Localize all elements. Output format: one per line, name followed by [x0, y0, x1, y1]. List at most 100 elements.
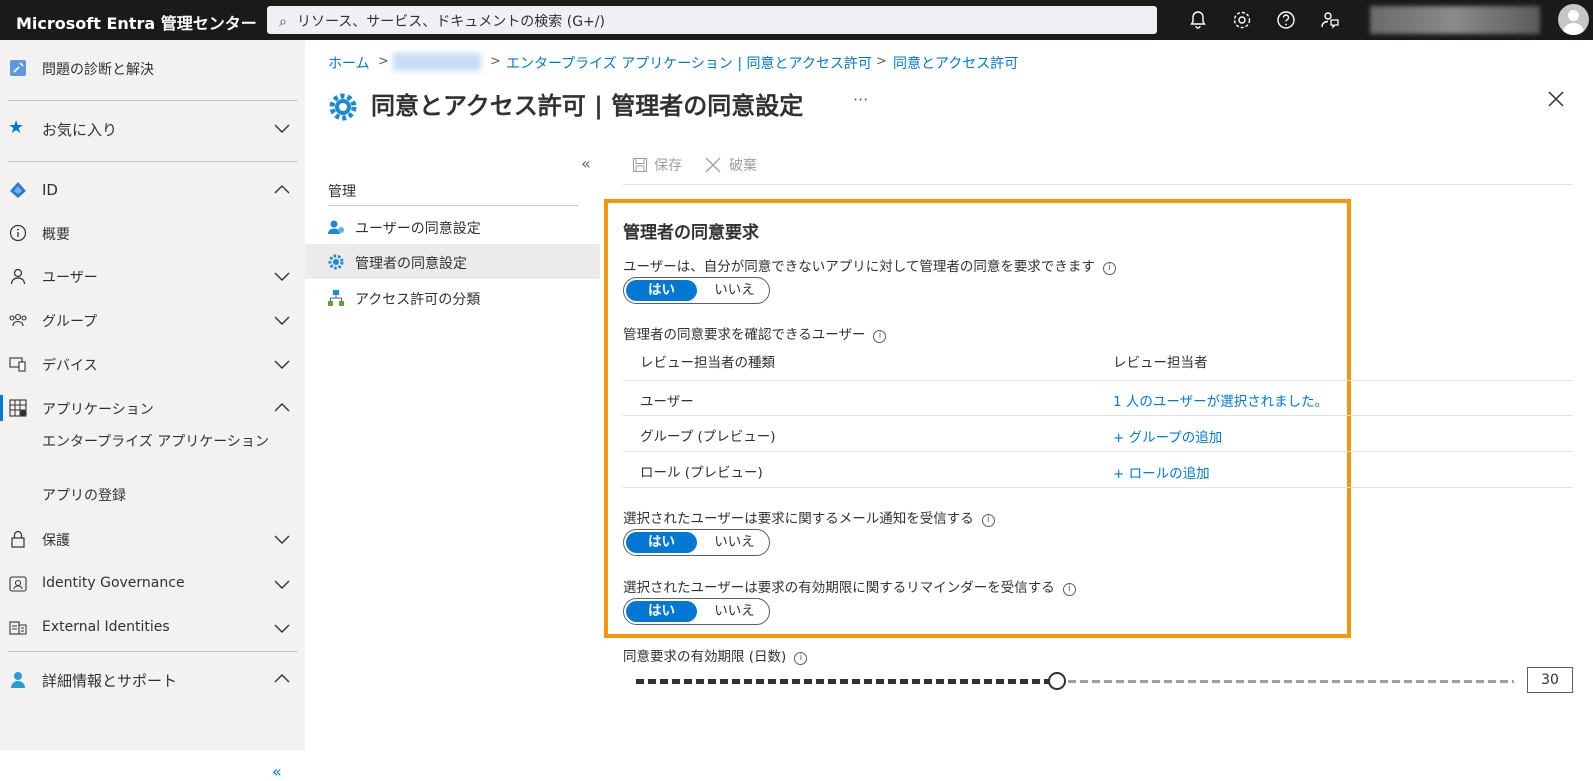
- info-icon: [9, 224, 27, 242]
- devices-icon: [9, 357, 26, 372]
- user-gear-icon: [328, 220, 344, 234]
- question-reviewers: 管理者の同意要求を確認できるユーザー i: [623, 323, 887, 343]
- info-icon[interactable]: i: [1102, 262, 1116, 275]
- sidebar-label: 問題の診断と解決: [42, 62, 154, 78]
- section-title: 管理者の同意要求: [623, 223, 759, 243]
- info-icon[interactable]: i: [1062, 583, 1076, 596]
- expiry-slider-thumb[interactable]: [1048, 672, 1066, 690]
- chevron-down-icon[interactable]: [272, 574, 292, 594]
- hierarchy-icon: [328, 290, 344, 306]
- sidebar-item-devices[interactable]: デバイス: [0, 346, 305, 382]
- breadcrumb-tenant-redacted[interactable]: [393, 53, 481, 71]
- sidebar-item-favorites[interactable]: ★ お気に入り: [0, 110, 305, 146]
- brand-title[interactable]: Microsoft Entra 管理センター: [16, 10, 257, 34]
- support-person-icon: [11, 672, 25, 688]
- avatar[interactable]: [1558, 4, 1589, 35]
- reminder-toggle[interactable]: はい いいえ: [623, 598, 770, 625]
- sidebar-label: ID: [42, 181, 58, 199]
- help-icon[interactable]: [1274, 8, 1298, 32]
- chevron-up-icon[interactable]: [272, 398, 292, 418]
- wrench-icon: [10, 60, 26, 76]
- toggle-yes[interactable]: はい: [626, 532, 697, 553]
- reviewer-link-users[interactable]: 1 人のユーザーが選択されました。: [1113, 390, 1328, 410]
- sidebar-label: Identity Governance: [42, 575, 185, 591]
- column-header-type[interactable]: レビュー担当者の種類: [640, 351, 775, 371]
- bell-icon[interactable]: [1186, 8, 1210, 32]
- sidebar-item-applications[interactable]: アプリケーション: [0, 390, 305, 426]
- sidebar-item-overview[interactable]: 概要: [0, 215, 305, 251]
- sidebar-item-groups[interactable]: グループ: [0, 302, 305, 338]
- table-cell-type: ユーザー: [640, 394, 694, 410]
- gear-icon[interactable]: [1230, 8, 1254, 32]
- toggle-no[interactable]: いいえ: [702, 599, 767, 624]
- info-icon[interactable]: i: [794, 652, 808, 665]
- close-icon[interactable]: [1547, 90, 1565, 108]
- request-consent-toggle[interactable]: はい いいえ: [623, 277, 770, 304]
- add-group-link[interactable]: + グループの追加: [1113, 426, 1222, 446]
- breadcrumb-separator: >: [876, 54, 887, 69]
- collapse-sidebar-button[interactable]: «: [272, 762, 282, 781]
- search-input[interactable]: ⌕ リソース、サービス、ドキュメントの検索 (G+/): [267, 6, 1157, 34]
- chevron-down-icon[interactable]: [272, 266, 292, 286]
- sidebar-item-external-identities[interactable]: External Identities: [0, 610, 305, 646]
- breadcrumb-enterprise[interactable]: エンタープライズ アプリケーション | 同意とアクセス許可: [506, 53, 872, 73]
- expiry-days-input[interactable]: 30: [1527, 667, 1573, 693]
- group-icon: [9, 313, 27, 327]
- apps-icon: [9, 399, 27, 417]
- sidebar-item-learn-support[interactable]: 詳細情報とサポート: [0, 661, 305, 697]
- table-divider: [623, 380, 1573, 381]
- search-placeholder: リソース、サービス、ドキュメントの検索 (G+/): [297, 14, 605, 30]
- menu-item-permission-classifications[interactable]: アクセス許可の分類: [305, 280, 600, 315]
- chevron-up-icon[interactable]: [272, 180, 292, 200]
- sidebar-label: アプリケーション: [42, 402, 154, 418]
- external-identities-icon: [9, 621, 27, 635]
- sidebar-label: ユーザー: [42, 270, 98, 286]
- sidebar-item-protection[interactable]: 保護: [0, 521, 305, 557]
- chevron-down-icon[interactable]: [272, 529, 292, 549]
- toggle-yes[interactable]: はい: [626, 601, 697, 622]
- toggle-no[interactable]: いいえ: [702, 278, 767, 303]
- question-reminder: 選択されたユーザーは要求の有効期限に関するリマインダーを受信する i: [623, 576, 1076, 596]
- sidebar-item-app-registrations[interactable]: アプリの登録: [42, 486, 272, 507]
- sidebar-item-id[interactable]: ID: [0, 172, 305, 208]
- add-role-link[interactable]: + ロールの追加: [1113, 462, 1210, 482]
- chevron-down-icon[interactable]: [272, 118, 292, 138]
- question-text: 選択されたユーザーは要求に関するメール通知を受信する: [623, 511, 974, 527]
- chevron-down-icon[interactable]: [272, 354, 292, 374]
- more-options-button[interactable]: ···: [853, 90, 868, 109]
- sidebar-item-users[interactable]: ユーザー: [0, 258, 305, 294]
- sidebar-item-diagnose[interactable]: 問題の診断と解決: [0, 50, 305, 86]
- user-icon: [10, 268, 26, 285]
- breadcrumb-current[interactable]: 同意とアクセス許可: [893, 53, 1018, 73]
- feedback-icon[interactable]: [1318, 8, 1342, 32]
- expiry-label: 同意要求の有効期限 (日数) i: [623, 645, 808, 665]
- menu-item-label: アクセス許可の分類: [355, 292, 481, 308]
- discard-icon: [705, 157, 721, 173]
- sidebar-item-enterprise-apps[interactable]: エンタープライズ アプリケーション: [42, 432, 272, 453]
- breadcrumb-separator: >: [490, 54, 501, 69]
- chevron-up-icon[interactable]: [272, 669, 292, 689]
- sidebar-label: デバイス: [42, 358, 98, 374]
- divider: [328, 205, 578, 206]
- account-info[interactable]: [1370, 6, 1540, 34]
- chevron-down-icon[interactable]: [272, 618, 292, 638]
- save-button[interactable]: 保存: [632, 155, 682, 175]
- gear-icon: [329, 93, 357, 121]
- breadcrumb-home[interactable]: ホーム: [328, 53, 370, 73]
- toggle-no[interactable]: いいえ: [702, 530, 767, 555]
- toggle-yes[interactable]: はい: [626, 280, 697, 301]
- menu-item-user-consent[interactable]: ユーザーの同意設定: [305, 209, 600, 244]
- info-icon[interactable]: i: [873, 330, 887, 343]
- table-cell-type: ロール (プレビュー): [640, 465, 763, 481]
- column-header-reviewer[interactable]: レビュー担当者: [1113, 351, 1208, 371]
- collapse-menu-button[interactable]: «: [581, 154, 591, 173]
- sidebar: 問題の診断と解決 ★ お気に入り ID 概要 ユーザー グループ デバイス アプ…: [0, 40, 305, 781]
- search-icon: ⌕: [279, 14, 287, 30]
- menu-item-admin-consent[interactable]: 管理者の同意設定: [305, 244, 600, 279]
- info-icon[interactable]: i: [981, 514, 995, 527]
- email-notification-toggle[interactable]: はい いいえ: [623, 529, 770, 556]
- chevron-down-icon[interactable]: [272, 310, 292, 330]
- discard-label: 破棄: [729, 158, 757, 174]
- sidebar-item-identity-governance[interactable]: Identity Governance: [0, 566, 305, 602]
- discard-button[interactable]: 破棄: [705, 155, 757, 175]
